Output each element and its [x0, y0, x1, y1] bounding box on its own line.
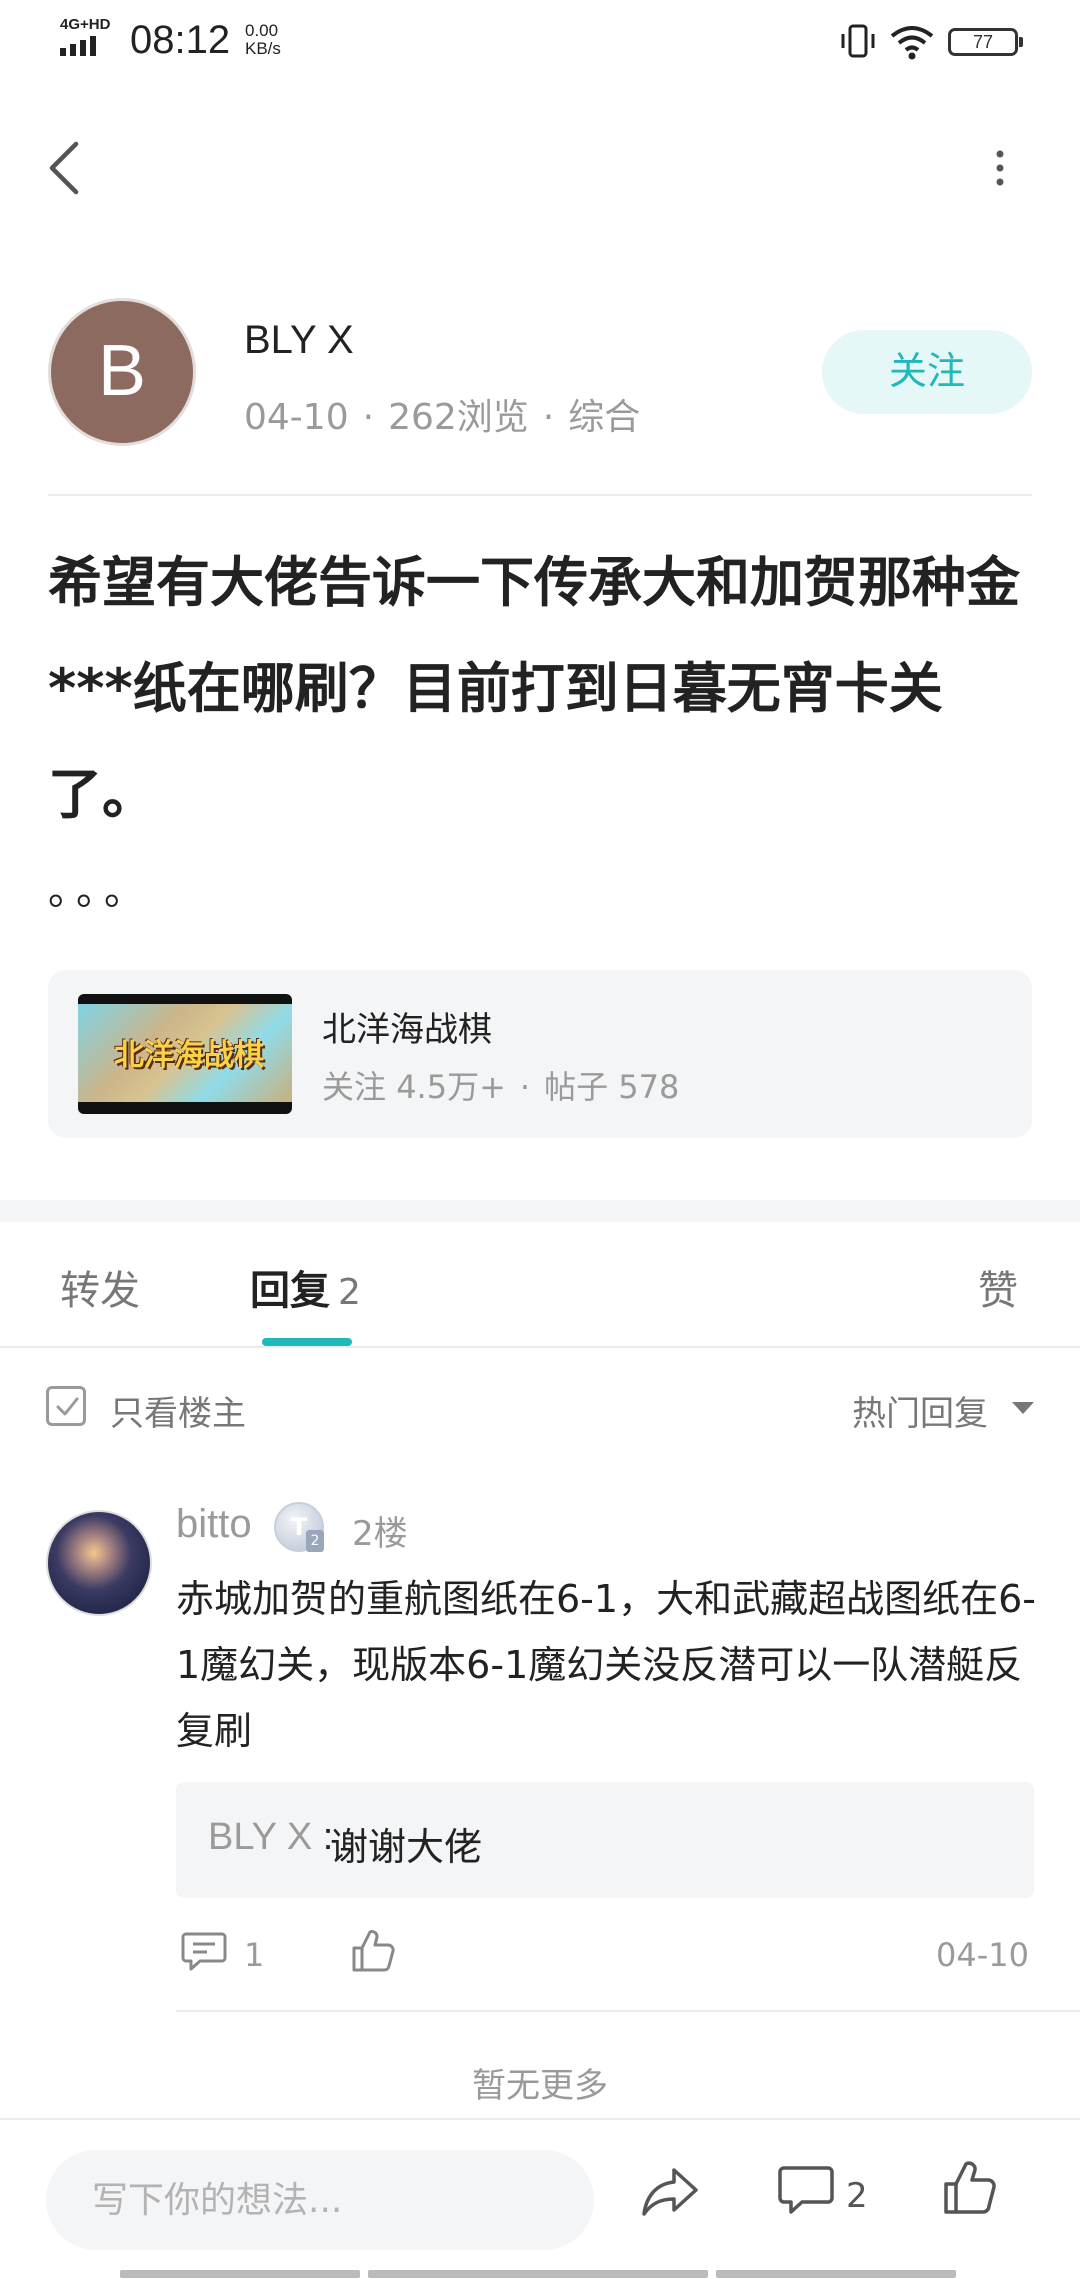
comment-floor: 2楼	[352, 1514, 408, 1554]
sub-reply-author-name: BLY X	[208, 1816, 313, 1858]
back-icon[interactable]	[40, 138, 88, 198]
level-badge-number: 2	[306, 1530, 324, 1552]
active-tab-indicator	[262, 1338, 352, 1346]
network-speed-unit: KB/s	[245, 39, 281, 58]
game-name: 北洋海战棋	[322, 1010, 492, 1050]
author-name[interactable]: BLY X	[244, 318, 354, 363]
sub-reply-text: 谢谢大佬	[330, 1825, 483, 1869]
commenter-name[interactable]: bitto	[176, 1502, 252, 1547]
more-options-icon[interactable]	[988, 148, 1012, 188]
comment-body[interactable]: 赤城加贺的重航图纸在6-1，大和武藏超战图纸在6-1魔幻关，现版本6-1魔幻关没…	[176, 1566, 1036, 1764]
post-body: 。。。	[48, 868, 152, 914]
sub-reply-box[interactable]: BLY X : 谢谢大佬	[176, 1782, 1034, 1898]
thumbs-up-icon[interactable]	[942, 2160, 998, 2216]
comment-reply-count: 1	[244, 1936, 265, 1974]
comment-date: 04-10	[936, 1936, 1029, 1974]
sub-reply-author: BLY X :	[208, 1816, 344, 1859]
no-more-label: 暂无更多	[472, 2066, 608, 2106]
tab-reply[interactable]: 回复 2	[250, 1258, 361, 1316]
post-date: 04-10	[244, 397, 349, 438]
game-followers: 4.5万+	[396, 1068, 506, 1106]
post-meta: 04-10 · 262浏览 · 综合	[244, 397, 641, 438]
network-type: 4G+HD	[60, 16, 111, 33]
divider	[48, 494, 1032, 496]
signal-icon	[60, 36, 96, 56]
reply-filter-row: 只看楼主 热门回复	[0, 1350, 1080, 1466]
gesture-bar	[120, 2270, 960, 2278]
bottom-comment-count: 2	[846, 2176, 868, 2216]
tab-bar: 转发 回复 2 赞	[0, 1222, 1080, 1348]
game-followers-label: 关注	[322, 1068, 387, 1106]
battery-icon: 77	[948, 28, 1023, 56]
battery-level: 77	[972, 32, 994, 52]
divider	[176, 2010, 1080, 2012]
status-bar: 4G+HD 08:12 0.00 KB/s 77	[0, 0, 1080, 84]
post-views: 262浏览	[388, 397, 529, 438]
game-posts: 578	[618, 1068, 680, 1106]
author-avatar[interactable]: B	[48, 298, 196, 446]
follow-button[interactable]: 关注	[822, 330, 1032, 414]
like-icon[interactable]	[350, 1928, 396, 1974]
game-thumbnail-logo: 北洋海战棋	[114, 1038, 264, 1073]
reply-icon[interactable]	[180, 1930, 228, 1974]
section-separator	[0, 1200, 1080, 1222]
game-card[interactable]: 北洋海战棋 北洋海战棋 关注 4.5万+ · 帖子 578	[48, 970, 1032, 1138]
check-icon	[56, 1397, 79, 1416]
comment-input[interactable]	[46, 2150, 594, 2250]
caret-down-icon[interactable]	[1012, 1402, 1034, 1414]
game-stats: 关注 4.5万+ · 帖子 578	[322, 1068, 680, 1106]
network-speed-value: 0.00	[245, 21, 279, 40]
post-category[interactable]: 综合	[568, 397, 640, 438]
only-op-checkbox[interactable]	[46, 1386, 86, 1426]
comment-icon[interactable]	[778, 2164, 834, 2218]
game-thumbnail: 北洋海战棋	[78, 994, 292, 1114]
commenter-avatar[interactable]	[46, 1510, 152, 1616]
network-speed: 0.00 KB/s	[245, 22, 281, 58]
wifi-icon	[890, 26, 934, 60]
only-op-label[interactable]: 只看楼主	[110, 1386, 246, 1435]
tab-reply-count: 2	[338, 1272, 361, 1313]
status-time: 08:12	[130, 18, 231, 62]
tab-like[interactable]: 赞	[978, 1258, 1018, 1316]
sort-dropdown[interactable]: 热门回复	[852, 1386, 988, 1435]
vibrate-icon	[841, 24, 875, 58]
tab-forward[interactable]: 转发	[60, 1258, 140, 1316]
game-posts-label: 帖子	[544, 1068, 609, 1106]
tab-reply-label: 回复	[250, 1268, 330, 1314]
share-icon[interactable]	[640, 2164, 700, 2220]
post-title: 希望有大佬告诉一下传承大和加贺那种金***纸在哪刷？目前打到日暮无宵卡关了。	[48, 551, 1020, 826]
bottom-action-bar: 2	[0, 2118, 1080, 2280]
